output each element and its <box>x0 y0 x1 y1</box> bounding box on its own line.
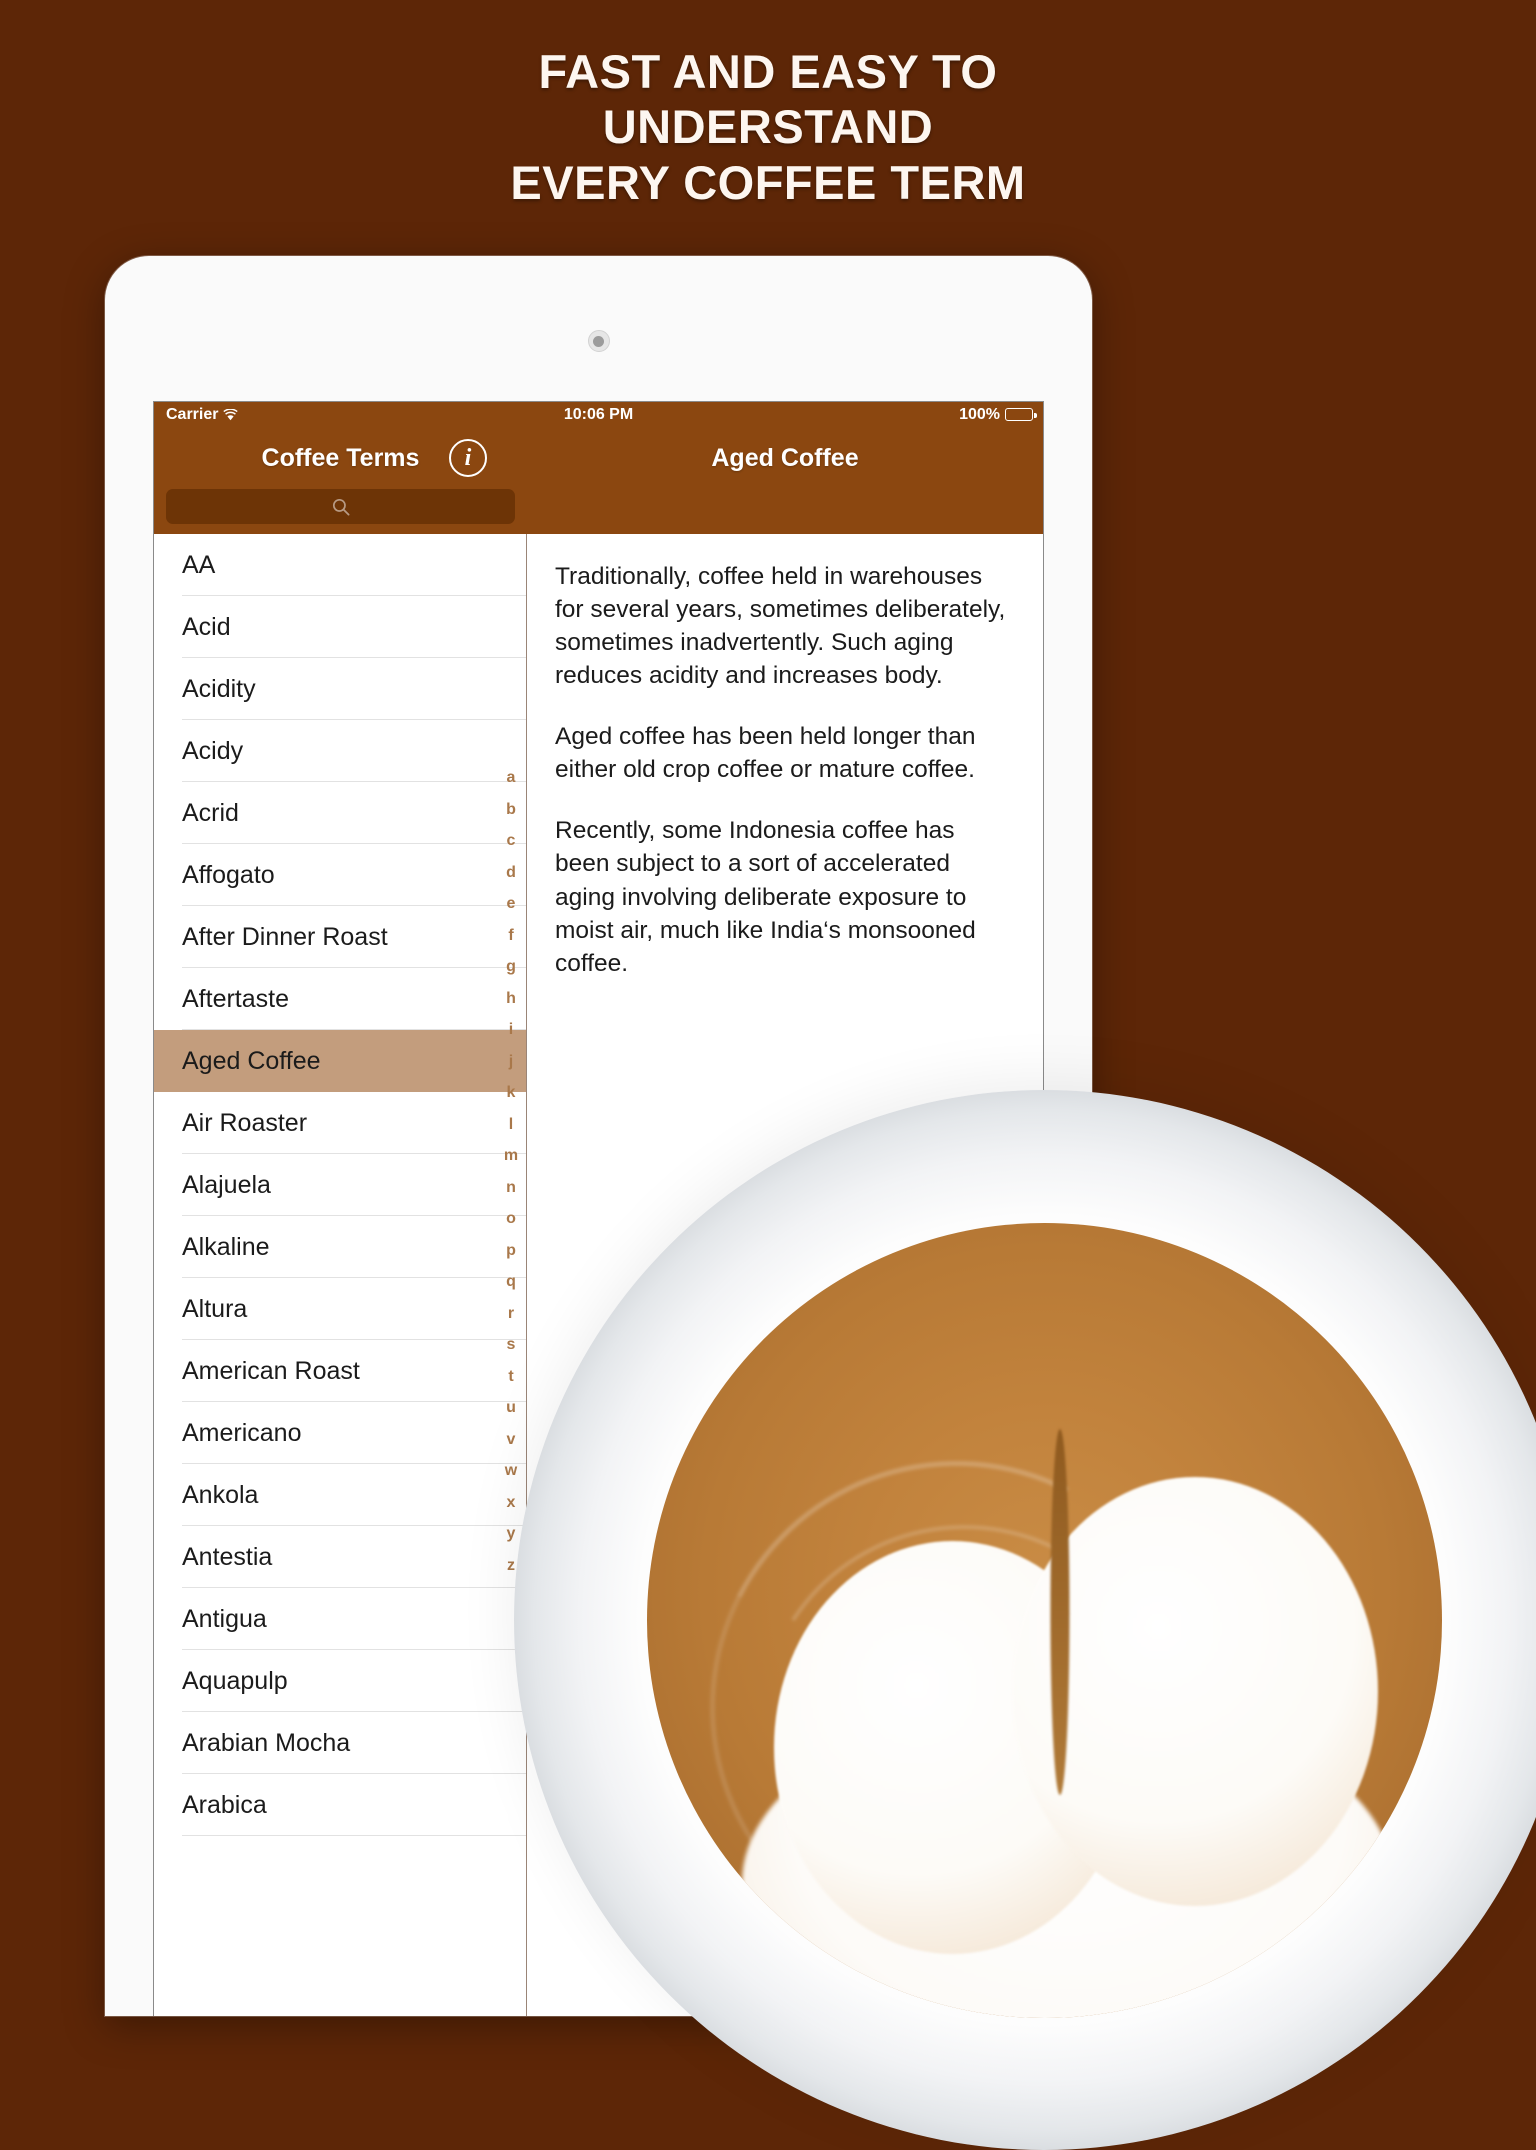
search-bar-strip <box>154 489 1043 534</box>
index-letter-l[interactable]: l <box>509 1109 513 1141</box>
headline-line-2: UNDERSTAND <box>602 100 934 154</box>
status-bar: Carrier 10:06 PM 100% <box>154 402 1043 427</box>
index-letter-c[interactable]: c <box>507 825 516 857</box>
list-item[interactable]: Aquapulp <box>154 1650 526 1712</box>
alphabet-index[interactable]: abcdefghijklmnopqrstuvwxyz <box>500 762 522 1581</box>
index-letter-v[interactable]: v <box>507 1424 516 1456</box>
list-item[interactable]: American Roast <box>154 1340 526 1402</box>
list-item[interactable]: Acidity <box>154 658 526 720</box>
status-bar-right: 100% <box>959 405 1037 424</box>
list-item[interactable]: Ankola <box>154 1464 526 1526</box>
list-item[interactable]: AA <box>154 534 526 596</box>
detail-nav-section: Aged Coffee <box>527 427 1043 489</box>
search-bar-container <box>154 489 527 534</box>
list-item[interactable]: Antigua <box>154 1588 526 1650</box>
detail-paragraph-2: Aged coffee has been held longer than ei… <box>555 723 976 784</box>
list-item[interactable]: Alkaline <box>154 1216 526 1278</box>
index-letter-p[interactable]: p <box>506 1235 516 1267</box>
master-title: Coffee Terms <box>261 443 420 472</box>
list-item[interactable]: After Dinner Roast <box>154 906 526 968</box>
search-icon <box>331 497 351 517</box>
list-item[interactable]: Antestia <box>154 1526 526 1588</box>
index-letter-o[interactable]: o <box>506 1203 516 1235</box>
index-letter-a[interactable]: a <box>507 762 516 794</box>
detail-paragraph-3: Recently, some Indonesia coffee has been… <box>555 817 976 977</box>
list-item[interactable]: Arabica <box>154 1774 526 1836</box>
list-item[interactable]: Aftertaste <box>154 968 526 1030</box>
list-item[interactable]: Acidy <box>154 720 526 782</box>
terms-list-rows: AA Acid Acidity Acidy Acrid Affogato After Din… <box>154 534 526 1836</box>
index-letter-e[interactable]: e <box>507 888 516 920</box>
list-item[interactable]: Acid <box>154 596 526 658</box>
camera-lens <box>593 335 604 347</box>
detail-title: Aged Coffee <box>711 443 859 472</box>
index-letter-f[interactable]: f <box>508 920 513 952</box>
index-letter-q[interactable]: q <box>506 1266 516 1298</box>
index-letter-x[interactable]: x <box>507 1487 516 1519</box>
battery-percent-label: 100% <box>959 405 1000 423</box>
index-letter-n[interactable]: n <box>506 1172 516 1204</box>
index-letter-w[interactable]: w <box>505 1455 517 1487</box>
index-letter-y[interactable]: y <box>507 1518 516 1550</box>
list-item[interactable]: Arabian Mocha <box>154 1712 526 1774</box>
search-input[interactable] <box>166 489 515 524</box>
front-camera-icon <box>587 330 610 352</box>
list-item[interactable]: Alajuela <box>154 1154 526 1216</box>
index-letter-b[interactable]: b <box>506 794 516 826</box>
tablet-device-frame: Carrier 10:06 PM 100% Coffee Terms i Age… <box>105 256 1092 2016</box>
index-letter-g[interactable]: g <box>506 951 516 983</box>
battery-icon <box>1005 408 1037 421</box>
index-letter-z[interactable]: z <box>507 1550 515 1582</box>
index-letter-j[interactable]: j <box>509 1046 513 1078</box>
detail-paragraph-1: Traditionally, coffee held in warehouses… <box>555 563 1006 690</box>
info-circle-icon[interactable]: i <box>449 439 487 477</box>
tablet-screen: Carrier 10:06 PM 100% Coffee Terms i Age… <box>153 401 1044 2016</box>
headline-line-1: FAST AND EASY TO <box>538 45 998 98</box>
headline-line-3: EVERY COFFEE TERM <box>510 155 1026 209</box>
list-item[interactable]: Americano <box>154 1402 526 1464</box>
list-item[interactable]: Aged Coffee <box>154 1030 526 1092</box>
term-detail-pane: Traditionally, coffee held in warehouses… <box>527 534 1043 2016</box>
index-letter-d[interactable]: d <box>506 857 516 889</box>
index-letter-h[interactable]: h <box>506 983 516 1015</box>
terms-list[interactable]: AA Acid Acidity Acidy Acrid Affogato After Din… <box>154 534 527 2016</box>
list-item[interactable]: Air Roaster <box>154 1092 526 1154</box>
index-letter-i[interactable]: i <box>509 1014 513 1046</box>
index-letter-m[interactable]: m <box>504 1140 518 1172</box>
status-bar-clock: 10:06 PM <box>563 405 634 423</box>
index-letter-t[interactable]: t <box>508 1361 513 1393</box>
promo-headline: FAST AND EASY TO UNDERSTAND EVERY COFFEE… <box>0 44 1536 210</box>
index-letter-s[interactable]: s <box>507 1329 516 1361</box>
list-item[interactable]: Affogato <box>154 844 526 906</box>
master-nav-section: Coffee Terms i <box>154 427 527 489</box>
split-view: AA Acid Acidity Acidy Acrid Affogato After Din… <box>154 534 1043 2016</box>
navigation-bar: Coffee Terms i Aged Coffee <box>154 427 1043 489</box>
index-letter-r[interactable]: r <box>508 1298 514 1330</box>
index-letter-u[interactable]: u <box>506 1392 516 1424</box>
list-item[interactable]: Altura <box>154 1278 526 1340</box>
list-item[interactable]: Acrid <box>154 782 526 844</box>
index-letter-k[interactable]: k <box>507 1077 516 1109</box>
search-strip-filler <box>527 489 1043 534</box>
